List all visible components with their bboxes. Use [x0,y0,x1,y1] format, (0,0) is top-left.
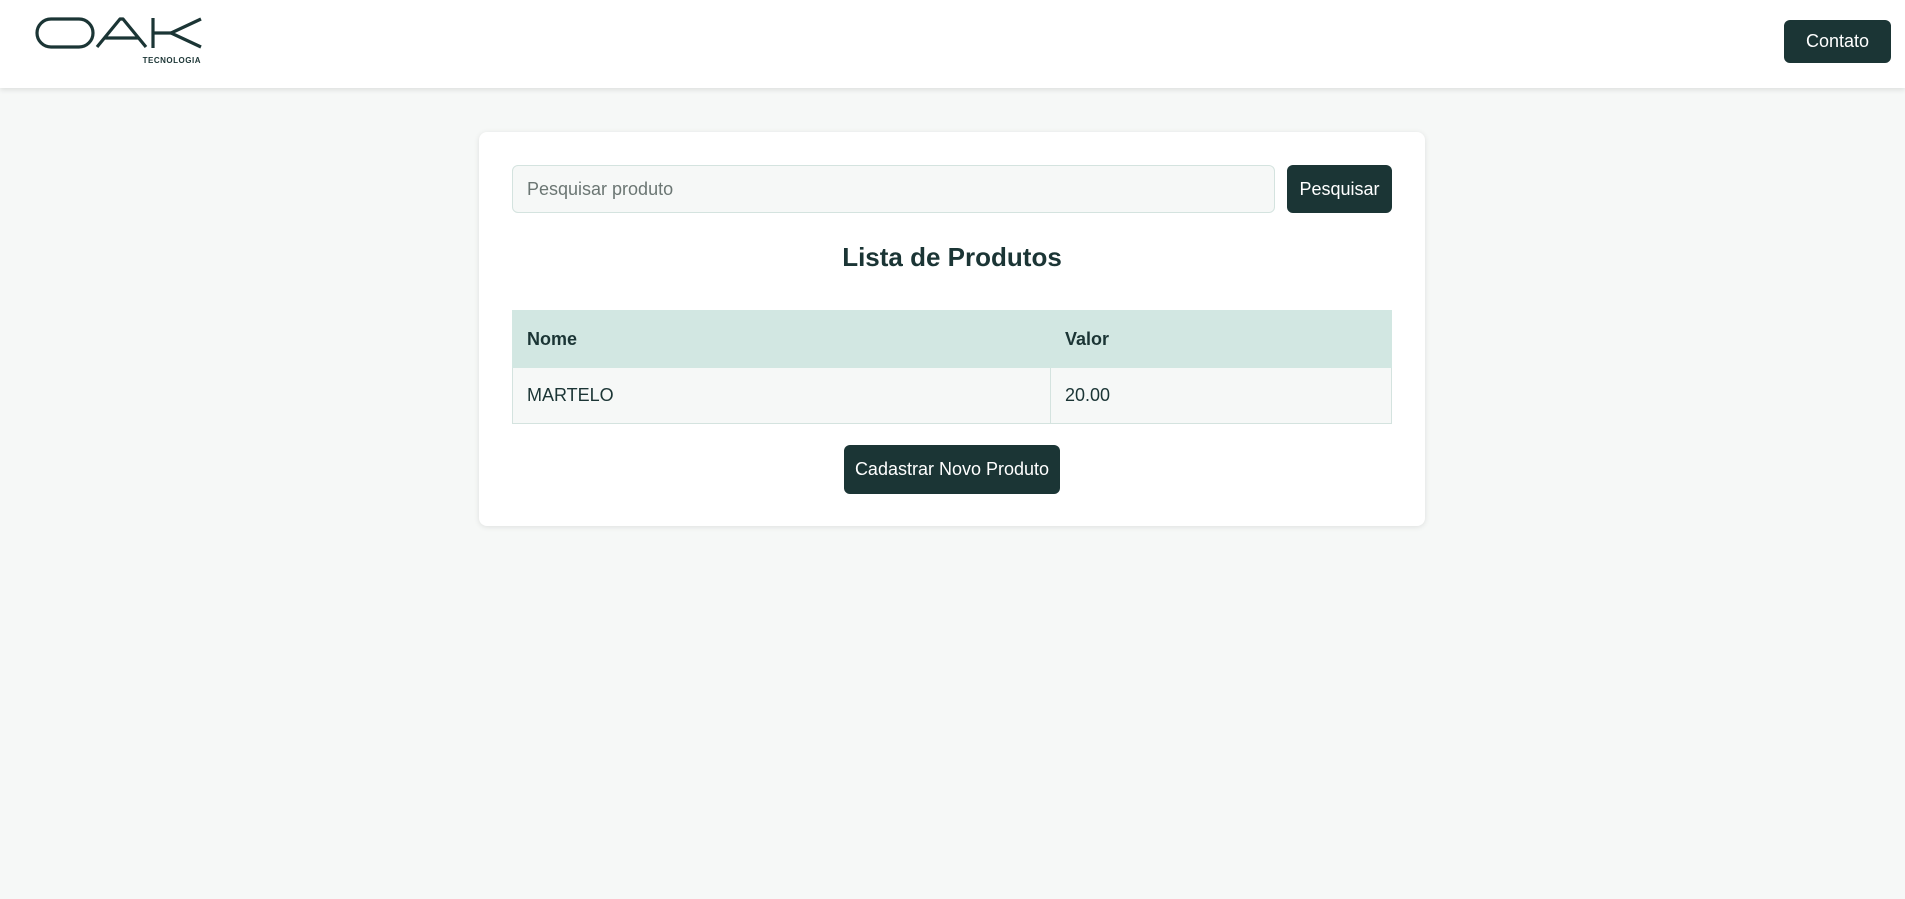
column-header-valor: Valor [1050,310,1392,368]
search-button[interactable]: Pesquisar [1287,165,1392,213]
contact-button[interactable]: Contato [1784,20,1891,63]
page-title: Lista de Produtos [842,242,1062,272]
logo-wordmark [35,17,202,49]
column-header-nome: Nome [512,310,1051,368]
oak-logo[interactable]: TECNOLOGIA [35,16,203,70]
product-value-cell: 20.00 [1050,367,1392,424]
product-name-cell: MARTELO [512,367,1051,424]
logo-tagline: TECNOLOGIA [142,56,201,65]
table-row: MARTELO 20.00 [512,367,1392,424]
search-input[interactable] [512,165,1275,213]
top-navbar: TECNOLOGIA Contato [0,0,1905,88]
new-product-button[interactable]: Cadastrar Novo Produto [844,445,1060,494]
table-header-row: Nome Valor [512,310,1392,368]
products-table: Nome Valor MARTELO 20.00 [512,310,1392,424]
product-list-card: Pesquisar Lista de Produtos Nome Valor M… [479,132,1425,526]
